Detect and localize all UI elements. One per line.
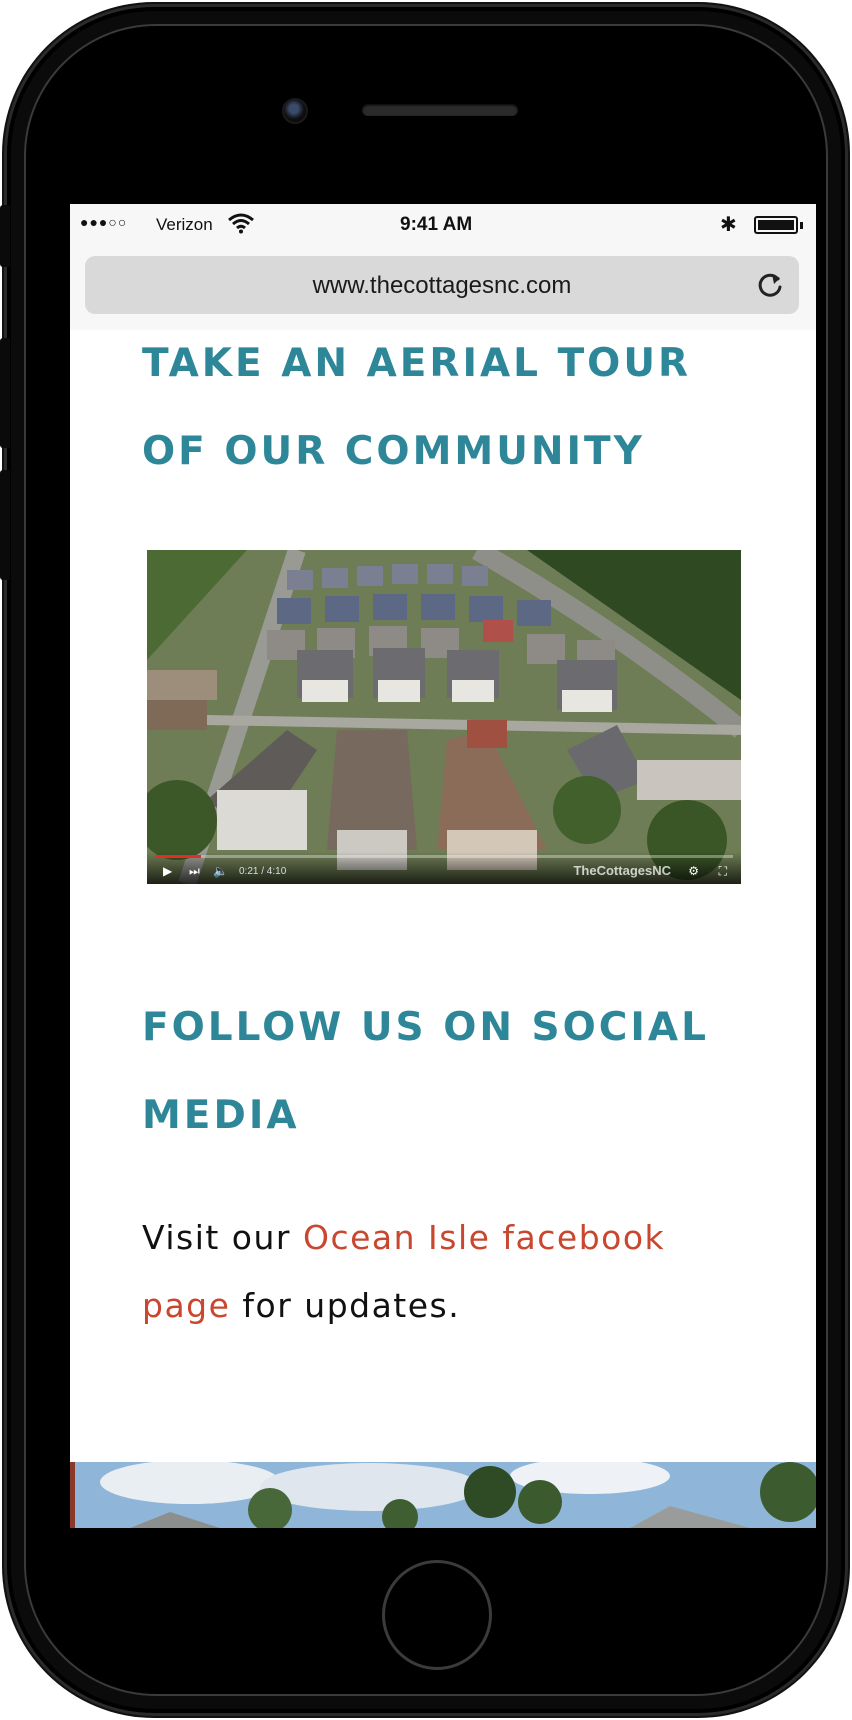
paragraph-suffix: for updates. — [230, 1286, 461, 1325]
browser-toolbar: www.thecottagesnc.com — [70, 244, 816, 330]
video-time: 0:21 / 4:10 — [239, 866, 287, 877]
settings-icon[interactable]: ⚙ — [688, 864, 699, 878]
home-button[interactable] — [382, 1560, 492, 1670]
signal-strength: ●●●○○ — [80, 214, 128, 230]
front-camera — [282, 98, 308, 124]
clock: 9:41 AM — [400, 214, 473, 235]
social-media-heading: FOLLOW US ON SOCIAL MEDIA — [142, 1005, 709, 1138]
facebook-paragraph: Visit our Ocean Isle facebook page for u… — [142, 1204, 742, 1340]
community-photo-banner — [70, 1462, 816, 1528]
aerial-tour-heading: TAKE AN AERIAL TOUR OF OUR COMMUNITY — [142, 341, 692, 474]
video-thumbnail — [147, 550, 741, 884]
earpiece-speaker — [362, 104, 518, 116]
video-watermark: TheCottagesNC — [573, 863, 671, 878]
video-progress-track[interactable] — [155, 855, 733, 858]
video-progress-fill — [155, 855, 202, 858]
paragraph-prefix: Visit our — [142, 1218, 303, 1257]
volume-icon[interactable]: 🔈 — [213, 864, 228, 878]
carrier-name: Verizon — [156, 215, 213, 234]
battery-level — [758, 220, 794, 230]
wifi-icon — [228, 213, 254, 234]
reload-icon[interactable] — [755, 270, 785, 300]
battery-icon — [754, 216, 798, 234]
mute-switch — [0, 205, 10, 267]
volume-up-button — [0, 338, 10, 448]
video-controls: ▶ ⏭ 🔈 0:21 / 4:10 TheCottagesNC ⚙ ⛶ — [147, 852, 741, 884]
address-bar[interactable]: www.thecottagesnc.com — [85, 256, 799, 314]
status-bar: ●●●○○ Verizon 9:41 AM ✱ — [70, 204, 816, 244]
play-icon[interactable]: ▶ — [163, 864, 172, 878]
bluetooth-icon: ✱ — [720, 214, 737, 236]
battery-cap — [800, 222, 803, 229]
next-icon[interactable]: ⏭ — [189, 864, 200, 879]
aerial-video-player[interactable]: ▶ ⏭ 🔈 0:21 / 4:10 TheCottagesNC ⚙ ⛶ — [147, 550, 741, 884]
volume-down-button — [0, 470, 10, 580]
banner-image — [70, 1462, 816, 1528]
phone-screen: ●●●○○ Verizon 9:41 AM ✱ www.thecottagesn… — [70, 204, 816, 1528]
url-text[interactable]: www.thecottagesnc.com — [85, 272, 799, 300]
fullscreen-icon[interactable]: ⛶ — [719, 864, 727, 879]
